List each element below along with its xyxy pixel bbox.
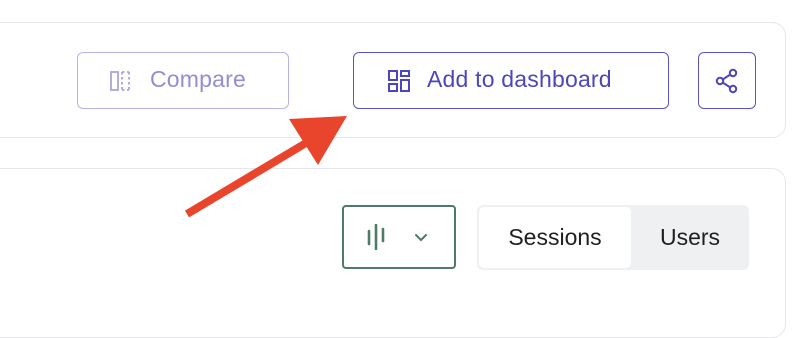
chevron-down-icon [415,234,427,241]
compare-button[interactable]: Compare [77,52,289,109]
candlestick-chart-icon [367,224,385,250]
toggle-users[interactable]: Users [631,205,749,270]
compare-label: Compare [150,66,246,92]
share-icon [715,68,738,93]
add-to-dashboard-button[interactable]: Add to dashboard [353,52,669,109]
dashboard-grid-icon [388,70,410,92]
split-view-icon [110,71,130,91]
add-to-dashboard-label: Add to dashboard [427,66,612,92]
sessions-users-toggle: Sessions Users [477,205,749,270]
toggle-sessions[interactable]: Sessions [479,207,631,268]
chart-type-dropdown[interactable] [342,205,456,269]
share-button[interactable] [698,52,756,109]
